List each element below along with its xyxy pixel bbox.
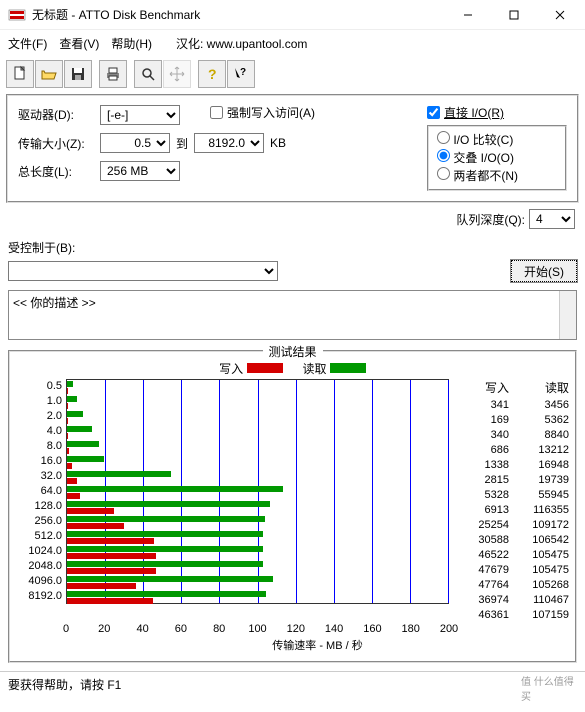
description-textarea[interactable]: << 你的描述 >> [8,290,577,340]
menu-bar: 文件(F) 查看(V) 帮助(H) 汉化: www.upantool.com [0,30,585,56]
io-mode-group: I/O 比较(C) 交叠 I/O(O) 两者都不(N) [427,125,567,191]
window-title: 无标题 - ATTO Disk Benchmark [32,6,445,23]
svg-text:?: ? [208,66,217,82]
toolbar: ? ? [0,56,585,90]
chart-x-label: 传输速率 - MB / 秒 [66,637,569,653]
print-button[interactable] [99,60,127,88]
queue-depth-select[interactable]: 4 [529,209,575,229]
results-panel: 测试结果 写入 读取 0.51.02.04.08.016.032.064.012… [8,350,577,663]
app-icon [8,6,26,24]
controlled-by-label: 受控制于(B): [8,239,577,256]
menu-view[interactable]: 查看(V) [59,35,99,52]
chart-x-axis: 020406080100120140160180200 [66,623,569,637]
io-overlap-radio[interactable]: 交叠 I/O(O) [437,149,557,167]
open-button[interactable] [35,60,63,88]
length-select[interactable]: 256 MB [100,161,180,181]
controlled-by-select[interactable] [8,261,278,281]
results-title: 测试结果 [262,343,322,360]
move-button[interactable] [163,60,191,88]
save-button[interactable] [64,60,92,88]
close-button[interactable] [537,0,583,30]
new-button[interactable] [6,60,34,88]
to-label: 到 [176,135,188,152]
length-label: 总长度(L): [18,163,94,180]
legend-read: 读取 [303,360,366,377]
size-from-select[interactable]: 0.5 [100,133,170,153]
zoom-button[interactable] [134,60,162,88]
data-table: 3413456169536234088406861321213381694828… [449,398,569,623]
context-help-button[interactable]: ? [227,60,255,88]
force-write-checkbox[interactable]: 强制写入访问(A) [210,104,315,121]
io-compare-radio[interactable]: I/O 比较(C) [437,131,557,149]
settings-panel: 驱动器(D): [-e-] 强制写入访问(A) 传输大小(Z): 0.5 到 8… [6,94,579,203]
menu-hanhua: 汉化: www.upantool.com [176,35,307,52]
maximize-button[interactable] [491,0,537,30]
col-write-header: 写入 [449,379,509,396]
help-button[interactable]: ? [198,60,226,88]
queue-depth-label: 队列深度(Q): [456,211,525,228]
status-text: 要获得帮助，请按 F1 [8,678,121,692]
chart-y-labels: 0.51.02.04.08.016.032.064.0128.0256.0512… [16,379,66,623]
scrollbar[interactable] [559,291,576,339]
drive-select[interactable]: [-e-] [100,105,180,125]
col-read-header: 读取 [509,379,569,396]
size-label: 传输大小(Z): [18,135,94,152]
legend-write: 写入 [219,360,282,377]
minimize-button[interactable] [445,0,491,30]
chart-area [66,379,449,604]
kb-label: KB [270,136,286,150]
menu-help[interactable]: 帮助(H) [111,35,152,52]
start-button[interactable]: 开始(S) [511,260,577,282]
drive-label: 驱动器(D): [18,106,94,123]
size-to-select[interactable]: 8192.0 [194,133,264,153]
svg-text:?: ? [240,67,246,78]
direct-io-checkbox[interactable]: 直接 I/O(R) [427,104,567,121]
watermark: 值 什么值得买 [521,673,579,693]
io-neither-radio[interactable]: 两者都不(N) [437,167,557,185]
menu-file[interactable]: 文件(F) [8,35,47,52]
